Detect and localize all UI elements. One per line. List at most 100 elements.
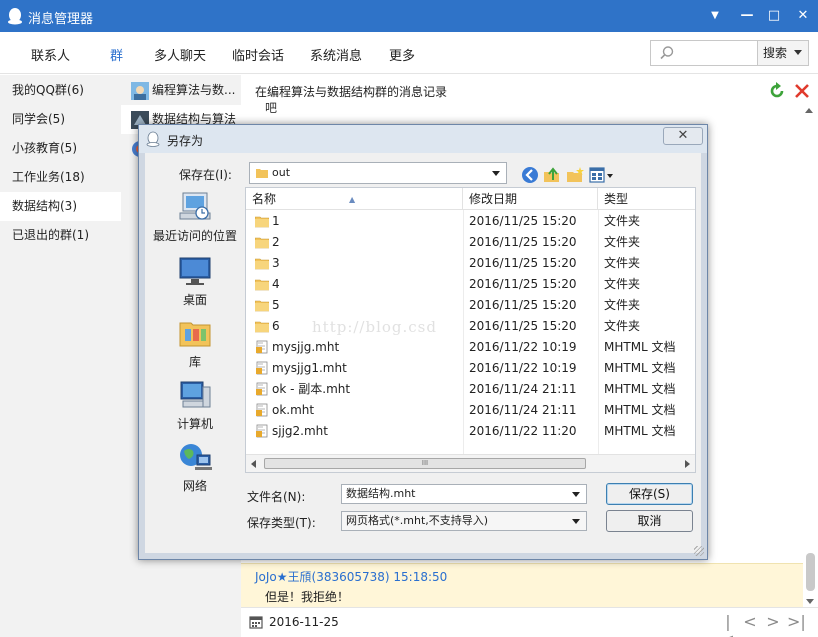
mht-file-icon: [256, 403, 268, 417]
column-header-name[interactable]: 名称 ▲: [246, 188, 463, 210]
vertical-scrollbar[interactable]: [806, 553, 815, 591]
save-in-select[interactable]: out: [249, 162, 507, 184]
file-row[interactable]: mysjjg.mht 2016/11/22 10:19 MHTML 文档: [246, 337, 695, 358]
file-row[interactable]: 5 2016/11/25 15:20 文件夹: [246, 295, 695, 316]
search-input[interactable]: [650, 40, 758, 66]
chevron-down-icon[interactable]: [572, 492, 580, 497]
file-row[interactable]: mysjjg1.mht 2016/11/22 10:19 MHTML 文档: [246, 358, 695, 379]
group-category-nav: 我的QQ群(6) 同学会(5) 小孩教育(5) 工作业务(18) 数据结构(3)…: [0, 75, 121, 637]
title-bar: 消息管理器 ▼ — □ ✕: [0, 0, 818, 32]
highlighted-message: JoJo★王頎(383605738) 15:18:50 但是！我拒绝！: [241, 563, 803, 609]
file-row[interactable]: 2 2016/11/25 15:20 文件夹: [246, 232, 695, 253]
tab-more[interactable]: 更多: [389, 45, 415, 64]
tab-groups[interactable]: 群: [110, 45, 123, 64]
place-network[interactable]: 网络: [145, 441, 245, 494]
search-button[interactable]: 搜索: [757, 40, 809, 66]
file-row[interactable]: 4 2016/11/25 15:20 文件夹: [246, 274, 695, 295]
file-row[interactable]: 3 2016/11/25 15:20 文件夹: [246, 253, 695, 274]
refresh-icon[interactable]: [768, 82, 786, 100]
prev-page-button[interactable]: <: [741, 613, 759, 631]
minimize-button[interactable]: —: [736, 6, 758, 26]
place-recent[interactable]: 最近访问的位置: [145, 191, 245, 244]
scroll-down-arrow[interactable]: [806, 599, 814, 604]
nav-item-child-education[interactable]: 小孩教育(5): [0, 134, 121, 163]
folder-icon: [255, 279, 269, 291]
nav-item-data-structures[interactable]: 数据结构(3): [0, 192, 121, 221]
file-type: 文件夹: [604, 277, 641, 291]
chevron-down-icon[interactable]: [572, 519, 580, 524]
nav-item-work[interactable]: 工作业务(18): [0, 163, 121, 192]
file-name: mysjjg1.mht: [272, 361, 347, 375]
current-date: 2016-11-25: [269, 615, 339, 629]
new-folder-icon[interactable]: [566, 166, 584, 184]
place-libraries[interactable]: 库: [145, 317, 245, 370]
save-button[interactable]: 保存(S): [606, 483, 693, 505]
folder-icon: [256, 169, 268, 178]
save-in-value: out: [272, 166, 291, 179]
back-icon[interactable]: [521, 166, 539, 184]
file-type: 文件夹: [604, 319, 641, 333]
view-menu-icon[interactable]: [589, 166, 615, 184]
file-date: 2016/11/25 15:20: [469, 277, 577, 291]
filetype-select[interactable]: 网页格式(*.mht,不支持导入): [341, 511, 587, 531]
file-name: 3: [272, 256, 280, 270]
file-row[interactable]: ok - 副本.mht 2016/11/24 21:11 MHTML 文档: [246, 379, 695, 400]
folder-icon: [255, 237, 269, 249]
nav-item-left-groups[interactable]: 已退出的群(1): [0, 221, 121, 250]
cancel-button[interactable]: 取消: [606, 510, 693, 532]
chevron-down-icon[interactable]: [794, 50, 802, 55]
sort-ascending-icon: ▲: [349, 195, 356, 204]
recent-places-icon: [179, 192, 211, 220]
horizontal-scrollbar[interactable]: III: [246, 454, 695, 472]
column-header-type[interactable]: 类型: [598, 188, 695, 210]
filetype-value: 网页格式(*.mht,不支持导入): [346, 514, 489, 527]
place-desktop[interactable]: 桌面: [145, 255, 245, 308]
place-label: 桌面: [182, 293, 207, 307]
file-name: sjjg2.mht: [272, 424, 328, 438]
filename-input[interactable]: 数据结构.mht: [341, 484, 587, 504]
file-name: mysjjg.mht: [272, 340, 340, 354]
maximize-button[interactable]: □: [763, 6, 785, 26]
close-button[interactable]: ✕: [792, 6, 814, 26]
file-date: 2016/11/25 15:20: [469, 235, 577, 249]
file-row[interactable]: ok.mht 2016/11/24 21:11 MHTML 文档: [246, 400, 695, 421]
last-page-button[interactable]: >|: [787, 613, 806, 631]
resize-grip[interactable]: [694, 546, 704, 556]
nav-item-my-qq-groups[interactable]: 我的QQ群(6): [0, 76, 121, 105]
file-row[interactable]: sjjg2.mht 2016/11/22 11:20 MHTML 文档: [246, 421, 695, 442]
scrollbar-thumb[interactable]: III: [264, 458, 586, 469]
place-computer[interactable]: 计算机: [145, 379, 245, 432]
calendar-icon[interactable]: [249, 615, 263, 629]
scroll-left-arrow[interactable]: [251, 460, 256, 468]
next-page-button[interactable]: >: [764, 613, 782, 631]
scroll-right-arrow[interactable]: [685, 460, 690, 468]
network-icon: [180, 444, 212, 470]
dropdown-menu-button[interactable]: ▼: [704, 6, 726, 26]
file-row[interactable]: 6 2016/11/25 15:20 文件夹: [246, 316, 695, 337]
tab-contacts[interactable]: 联系人: [31, 45, 70, 64]
column-header-date[interactable]: 修改日期: [463, 188, 598, 210]
file-date: 2016/11/25 15:20: [469, 256, 577, 270]
tab-temp-session[interactable]: 临时会话: [232, 45, 284, 64]
dialog-close-button[interactable]: ✕: [663, 127, 703, 145]
mht-file-icon: [256, 361, 268, 375]
delete-icon[interactable]: [793, 82, 811, 100]
file-type: 文件夹: [604, 298, 641, 312]
group-item-programming[interactable]: 编程算法与数...: [121, 76, 241, 105]
up-folder-icon[interactable]: [543, 166, 561, 184]
nav-item-classmates[interactable]: 同学会(5): [0, 105, 121, 134]
file-row[interactable]: 1 2016/11/25 15:20 文件夹: [246, 211, 695, 232]
tab-system-messages[interactable]: 系统消息: [310, 45, 362, 64]
chevron-down-icon[interactable]: [492, 171, 500, 176]
file-name: ok.mht: [272, 403, 315, 417]
folder-icon: [255, 300, 269, 312]
group-item-label: 编程算法与数...: [152, 83, 236, 97]
message-sender[interactable]: JoJo★王頎(383605738) 15:18:50: [255, 568, 447, 585]
folder-icon: [255, 321, 269, 333]
scroll-up-arrow[interactable]: [805, 108, 813, 113]
column-name-label: 名称: [252, 192, 277, 206]
tab-multi-chat[interactable]: 多人聊天: [154, 45, 206, 64]
first-page-button[interactable]: |<: [719, 613, 737, 637]
filename-label: 文件名(N):: [247, 490, 306, 504]
file-type: 文件夹: [604, 235, 641, 249]
